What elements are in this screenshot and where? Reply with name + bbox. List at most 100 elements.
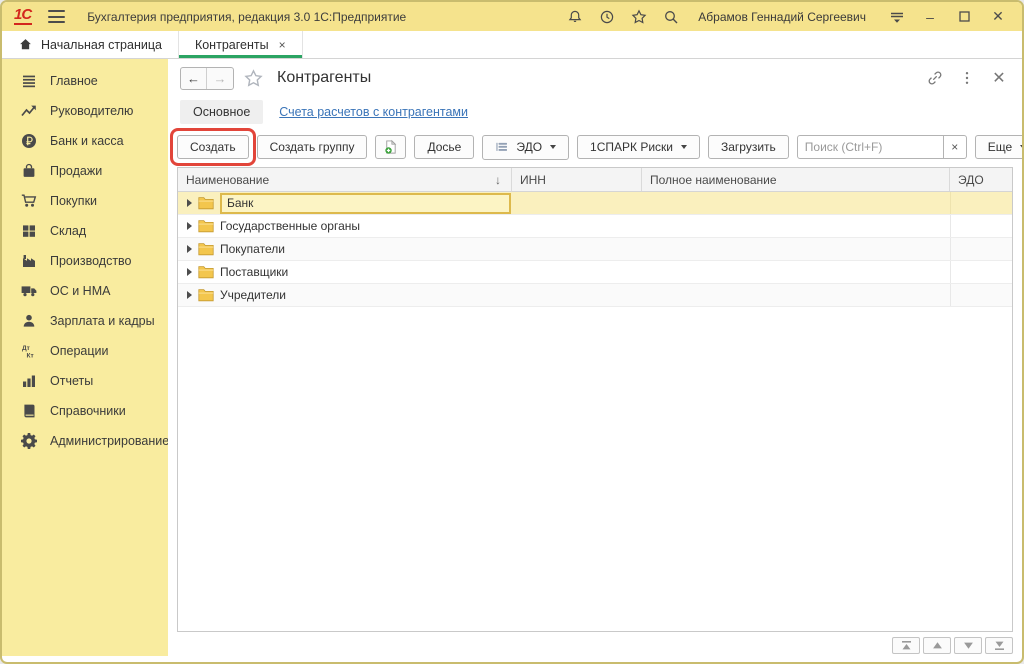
main-menu-icon[interactable] — [48, 10, 65, 23]
create-group-button[interactable]: Создать группу — [257, 135, 368, 159]
folder-icon — [198, 219, 214, 233]
service-settings-icon[interactable] — [886, 6, 908, 28]
sidebar: Главное Руководителю Банк и касса Продаж… — [2, 59, 168, 656]
tab-bar: Начальная страница Контрагенты × — [2, 31, 1022, 59]
close-button[interactable]: ✕ — [986, 7, 1010, 27]
sidebar-item-otchety[interactable]: Отчеты — [2, 366, 168, 396]
sidebar-item-bank-i-kassa[interactable]: Банк и касса — [2, 126, 168, 156]
create-button[interactable]: Создать — [177, 135, 249, 159]
name-cell: Покупатели — [178, 238, 512, 260]
search-icon[interactable] — [660, 6, 682, 28]
column-header-name[interactable]: Наименование ↓ — [178, 168, 512, 191]
document-plus-icon — [383, 139, 398, 155]
go-down-button[interactable] — [954, 637, 982, 654]
sidebar-item-pokupki[interactable]: Покупки — [2, 186, 168, 216]
more-actions-dots-icon[interactable] — [956, 67, 978, 89]
full-name-cell — [642, 215, 950, 237]
app-body: Главное Руководителю Банк и касса Продаж… — [2, 59, 1022, 656]
column-label: Наименование — [186, 173, 269, 187]
folder-icon — [198, 242, 214, 256]
link-settlement-accounts[interactable]: Счета расчетов с контрагентами — [279, 105, 468, 119]
maximize-button[interactable] — [952, 7, 976, 27]
search-clear-button[interactable]: × — [943, 136, 966, 158]
copy-create-button[interactable] — [375, 135, 406, 159]
table-row-pokupateli[interactable]: Покупатели — [178, 238, 1012, 261]
window-title: Бухгалтерия предприятия, редакция 3.0 1С… — [87, 10, 406, 24]
expand-triangle-icon[interactable] — [187, 291, 192, 299]
get-link-icon[interactable] — [924, 67, 946, 89]
name-cell: Учредители — [178, 284, 512, 306]
forward-button[interactable]: → — [207, 68, 233, 89]
sidebar-item-rukovoditelyu[interactable]: Руководителю — [2, 96, 168, 126]
favorites-star-icon[interactable] — [628, 6, 650, 28]
back-button[interactable]: ← — [181, 68, 207, 89]
name-cell: Банк — [178, 192, 512, 214]
full-name-cell — [642, 261, 950, 283]
sidebar-label: Зарплата и кадры — [50, 314, 155, 328]
sidebar-item-zarplata-i-kadry[interactable]: Зарплата и кадры — [2, 306, 168, 336]
more-label: Еще — [988, 140, 1012, 154]
active-tab-underline — [179, 55, 302, 58]
notifications-bell-icon[interactable] — [564, 6, 586, 28]
edo-label: ЭДО — [516, 140, 542, 154]
tab-kontragenty[interactable]: Контрагенты × — [179, 31, 303, 58]
tab-close-icon[interactable]: × — [279, 38, 286, 52]
history-icon[interactable] — [596, 6, 618, 28]
main-content: ← → Контрагенты ✕ Основное Счета расчето… — [168, 59, 1022, 656]
cart-icon — [21, 193, 37, 209]
sidebar-item-glavnoe[interactable]: Главное — [2, 66, 168, 96]
sidebar-item-operacii[interactable]: ДтКт Операции — [2, 336, 168, 366]
sidebar-label: Операции — [50, 344, 108, 358]
dtkt-icon: ДтКт — [21, 343, 37, 359]
column-header-edo[interactable]: ЭДО — [950, 168, 1012, 191]
expand-triangle-icon[interactable] — [187, 199, 192, 207]
sidebar-label: Справочники — [50, 404, 126, 418]
expand-triangle-icon[interactable] — [187, 245, 192, 253]
tab-home[interactable]: Начальная страница — [2, 31, 179, 58]
1c-logo: 1С — [14, 8, 32, 25]
user-name[interactable]: Абрамов Геннадий Сергеевич — [698, 10, 866, 24]
spark-risks-button[interactable]: 1СПАРК Риски — [577, 135, 700, 159]
table-row-uchrediteli[interactable]: Учредители — [178, 284, 1012, 307]
trend-icon — [21, 103, 37, 119]
minimize-button[interactable]: – — [918, 7, 942, 27]
name-cell: Государственные органы — [178, 215, 512, 237]
sidebar-label: ОС и НМА — [50, 284, 110, 298]
edo-cell — [950, 261, 1012, 283]
go-to-bottom-button[interactable] — [985, 637, 1013, 654]
inn-cell — [512, 192, 642, 214]
table-row-bank[interactable]: Банк — [178, 192, 1012, 215]
column-header-full-name[interactable]: Полное наименование — [642, 168, 950, 191]
focused-cell: Банк — [220, 193, 511, 214]
sidebar-item-administrirovanie[interactable]: Администрирование — [2, 426, 168, 456]
row-name-label: Поставщики — [220, 265, 288, 279]
load-button[interactable]: Загрузить — [708, 135, 789, 159]
table-row-postavshchiki[interactable]: Поставщики — [178, 261, 1012, 284]
inn-cell — [512, 238, 642, 260]
sidebar-item-spravochniki[interactable]: Справочники — [2, 396, 168, 426]
dossier-button[interactable]: Досье — [414, 135, 474, 159]
sidebar-label: Покупки — [50, 194, 97, 208]
edo-cell — [950, 192, 1012, 214]
sidebar-item-sklad[interactable]: Склад — [2, 216, 168, 246]
sidebar-label: Производство — [50, 254, 132, 268]
search-input[interactable] — [798, 140, 943, 154]
tab-osnovnoe[interactable]: Основное — [180, 100, 263, 124]
column-header-inn[interactable]: ИНН — [512, 168, 642, 191]
sidebar-item-proizvodstvo[interactable]: Производство — [2, 246, 168, 276]
person-icon — [21, 313, 37, 329]
sidebar-item-os-i-nma[interactable]: ОС и НМА — [2, 276, 168, 306]
sidebar-item-prodazhi[interactable]: Продажи — [2, 156, 168, 186]
name-cell: Поставщики — [178, 261, 512, 283]
grid-icon — [21, 223, 37, 239]
sidebar-label: Продажи — [50, 164, 102, 178]
expand-triangle-icon[interactable] — [187, 222, 192, 230]
go-up-button[interactable] — [923, 637, 951, 654]
expand-triangle-icon[interactable] — [187, 268, 192, 276]
edo-button[interactable]: ЭДО — [482, 135, 569, 160]
table-row-gos-organy[interactable]: Государственные органы — [178, 215, 1012, 238]
more-button[interactable]: Еще — [975, 135, 1024, 159]
favorite-star-icon[interactable] — [244, 69, 263, 88]
go-to-top-button[interactable] — [892, 637, 920, 654]
close-form-icon[interactable]: ✕ — [988, 67, 1010, 89]
